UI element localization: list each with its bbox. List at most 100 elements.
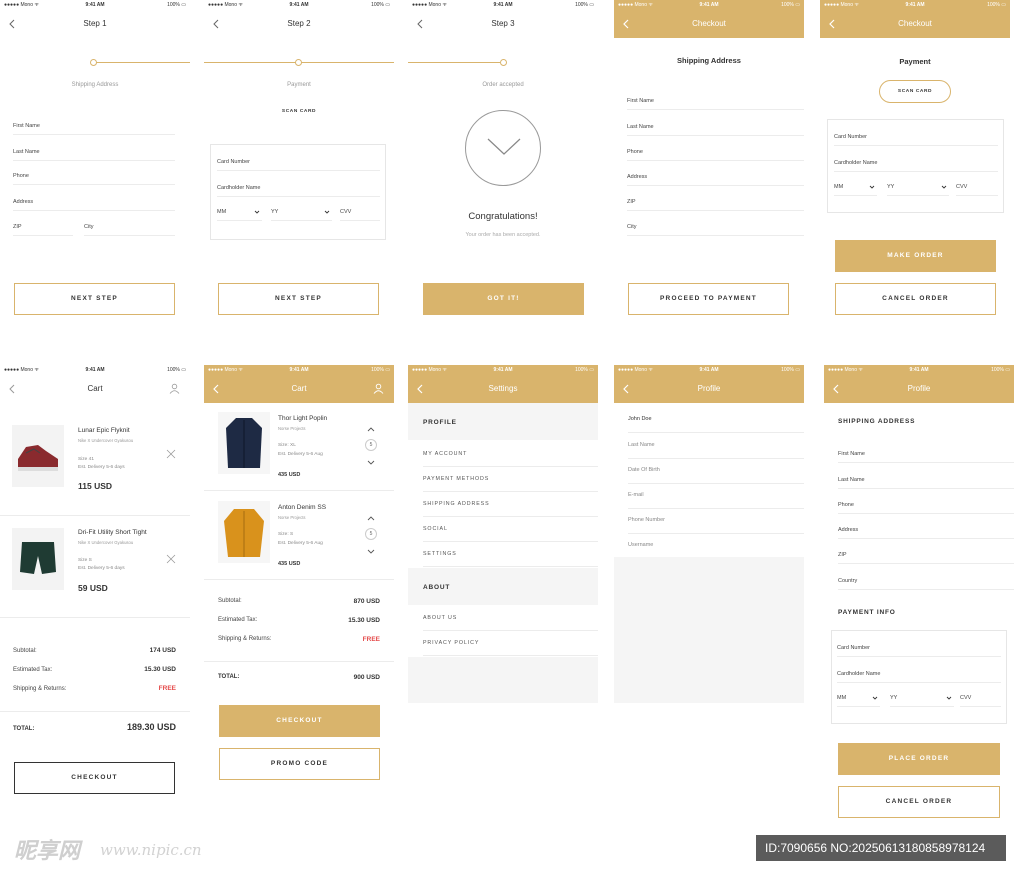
address-field[interactable]: Address — [627, 172, 804, 186]
zip-field[interactable]: ZIP — [627, 197, 804, 211]
total-value: 189.30 USD — [126, 722, 176, 732]
nav-bar: Cart — [0, 375, 190, 403]
menu-item-payment-methods[interactable]: PAYMENT METHODS — [423, 467, 598, 492]
checkout-button[interactable]: CHECKOUT — [14, 762, 175, 794]
product-delivery: Est. Delivery 5-6 Aug — [278, 541, 323, 546]
card-number-field[interactable]: Card Number — [837, 643, 1001, 657]
product-price: 115 USD — [78, 481, 113, 491]
menu-item-shipping-address[interactable]: SHIPPING ADDRESS — [423, 492, 598, 517]
chevron-down-icon[interactable] — [367, 549, 375, 555]
divider — [0, 711, 190, 712]
page-title: Cart — [87, 384, 103, 393]
city-field[interactable]: City — [627, 222, 804, 236]
cardholder-name-field[interactable]: Cardholder Name — [217, 183, 380, 197]
make-order-button[interactable]: MAKE ORDER — [835, 240, 996, 272]
year-select[interactable]: YY — [890, 693, 954, 707]
cardholder-name-field[interactable]: Cardholder Name — [834, 158, 998, 172]
cardholder-name-field[interactable]: Cardholder Name — [837, 669, 1001, 683]
chevron-down-icon[interactable] — [367, 460, 375, 466]
first-name-field[interactable]: First Name — [838, 449, 1014, 463]
promo-code-button[interactable]: PROMO CODE — [219, 748, 380, 780]
menu-item-about-us[interactable]: ABOUT US — [423, 606, 598, 631]
address-field[interactable]: Address — [13, 197, 175, 211]
last-name-field[interactable]: Last Name — [838, 475, 1014, 489]
last-name-field[interactable]: Last Name — [627, 122, 804, 136]
empty-area — [614, 557, 804, 703]
watermark-id: ID:7090656 NO:20250613180858978124 — [756, 835, 1006, 861]
status-bar: ●●●●● Mono ᯤ 9:41 AM 100% ▭ — [820, 0, 1010, 10]
next-step-button[interactable]: NEXT STEP — [14, 283, 175, 315]
page-title: Profile — [907, 384, 931, 393]
month-select[interactable]: MM — [834, 182, 877, 196]
next-step-button[interactable]: NEXT STEP — [218, 283, 379, 315]
proceed-to-payment-button[interactable]: PROCEED TO PAYMENT — [628, 283, 789, 315]
chevron-down-icon — [869, 184, 875, 190]
chevron-up-icon[interactable] — [367, 426, 375, 432]
last-name-field[interactable]: Last Name — [13, 147, 175, 161]
city-field[interactable]: City — [84, 222, 175, 236]
screen-cart-gold: ●●●●● Mono ᯤ 9:41 AM 100% ▭ Cart Thor Li… — [204, 365, 394, 825]
menu-item-my-account[interactable]: MY ACCOUNT — [423, 442, 598, 467]
total-value: 900 USD — [353, 674, 380, 681]
month-select[interactable]: MM — [217, 207, 262, 221]
menu-item-privacy-policy[interactable]: PRIVACY POLICY — [423, 631, 598, 656]
tax-label: Estimated Tax: — [13, 667, 53, 673]
step-label: Shipping Address — [71, 82, 119, 88]
remove-item-icon[interactable] — [166, 449, 176, 459]
menu-item-social[interactable]: SOCIAL — [423, 517, 598, 542]
year-select[interactable]: YY — [271, 207, 332, 221]
product-price: 435 USD — [278, 472, 301, 478]
cvv-field[interactable]: CVV — [960, 693, 1001, 707]
user-icon[interactable] — [373, 383, 384, 394]
month-select[interactable]: MM — [837, 693, 880, 707]
shirt-image — [218, 501, 270, 563]
email-field[interactable]: E-mail — [628, 484, 804, 509]
scan-card-button[interactable]: SCAN CARD — [879, 80, 951, 103]
product-delivery: Est. Delivery 5-6 Aug — [278, 452, 323, 457]
phone-field[interactable]: Phone — [627, 147, 804, 161]
nav-bar: Settings — [408, 375, 598, 403]
got-it-button[interactable]: GOT IT! — [423, 283, 584, 315]
name-field[interactable]: John Doe — [628, 408, 804, 433]
zip-field[interactable]: ZIP — [838, 550, 1014, 564]
coat-image — [218, 412, 270, 474]
year-select[interactable]: YY — [887, 182, 949, 196]
menu-item-settings[interactable]: SETTINGS — [423, 542, 598, 567]
user-icon[interactable] — [169, 383, 180, 394]
total-label: TOTAL: — [13, 726, 35, 732]
cancel-order-button[interactable]: CANCEL ORDER — [838, 786, 1000, 818]
country-field[interactable]: Country — [838, 576, 1014, 590]
scan-card-button[interactable]: SCAN CARD — [264, 103, 334, 121]
remove-item-icon[interactable] — [166, 554, 176, 564]
product-size: Size 41 — [78, 457, 94, 462]
phone-field[interactable]: Phone — [838, 500, 1014, 514]
date-of-birth-field[interactable]: Date Of Birth — [628, 459, 804, 484]
chevron-up-icon[interactable] — [367, 515, 375, 521]
product-name: Lunar Epic Flyknit — [78, 427, 130, 434]
quantity-value[interactable]: 5 — [365, 528, 377, 540]
place-order-button[interactable]: PLACE ORDER — [838, 743, 1000, 775]
quantity-value[interactable]: 5 — [365, 439, 377, 451]
last-name-field[interactable]: Last Name — [628, 434, 804, 459]
card-number-field[interactable]: Card Number — [834, 132, 998, 146]
step-label: Order accepted — [482, 82, 524, 88]
page-title: Step 2 — [287, 19, 311, 28]
product-size: Size S — [78, 558, 92, 563]
first-name-field[interactable]: First Name — [13, 121, 175, 135]
first-name-field[interactable]: First Name — [627, 96, 804, 110]
nav-bar: Step 2 — [204, 10, 394, 38]
address-field[interactable]: Address — [838, 525, 1014, 539]
card-number-field[interactable]: Card Number — [217, 157, 380, 171]
phone-field[interactable]: Phone — [13, 171, 175, 185]
tax-label: Estimated Tax: — [218, 617, 258, 623]
shipping-label: Shipping & Returns: — [13, 686, 67, 692]
zip-field[interactable]: ZIP — [13, 222, 73, 236]
divider — [0, 617, 190, 618]
cancel-order-button[interactable]: CANCEL ORDER — [835, 283, 996, 315]
checkout-button[interactable]: CHECKOUT — [219, 705, 380, 737]
cvv-field[interactable]: CVV — [956, 182, 998, 196]
username-field[interactable]: Username — [628, 534, 804, 559]
cvv-field[interactable]: CVV — [340, 207, 380, 221]
status-bar: ●●●●● Mono ᯤ 9:41 AM 100% ▭ — [614, 0, 804, 10]
phone-number-field[interactable]: Phone Number — [628, 509, 804, 534]
